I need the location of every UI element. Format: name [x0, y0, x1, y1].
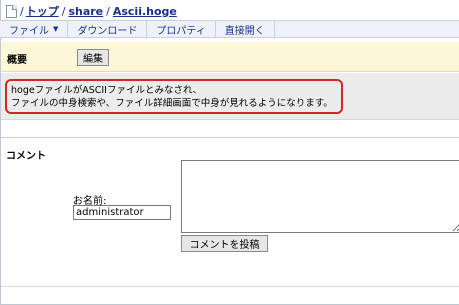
footer-divider — [1, 286, 459, 287]
summary-text-highlight: hogeファイルがASCIIファイルとみなされ、 ファイルの中身検索や、ファイル… — [5, 79, 343, 114]
menu-file-label: ファイル — [9, 25, 49, 37]
summary-title: 概要 — [7, 55, 27, 66]
breadcrumb: / トップ / share / Ascii.hoge — [6, 3, 177, 19]
breadcrumb-separator: / — [106, 4, 110, 18]
breadcrumb-file-link[interactable]: Ascii.hoge — [113, 5, 177, 18]
breadcrumb-share-link[interactable]: share — [68, 5, 103, 18]
comment-textarea[interactable] — [181, 160, 459, 233]
document-icon — [6, 4, 17, 18]
caret-down-icon: ▼ — [53, 25, 59, 33]
menu-download[interactable]: ダウンロード — [68, 21, 148, 37]
breadcrumb-separator: / — [61, 4, 66, 18]
section-divider — [1, 137, 459, 138]
breadcrumb-top-link[interactable]: トップ — [26, 3, 59, 19]
name-input[interactable] — [73, 205, 171, 220]
summary-body: hogeファイルがASCIIファイルとみなされ、 ファイルの中身検索や、ファイル… — [1, 73, 459, 120]
menu-properties[interactable]: プロパティ — [147, 21, 216, 37]
menu-properties-label: プロパティ — [156, 25, 206, 37]
menu-open-direct[interactable]: 直接開く — [216, 21, 275, 37]
comment-section-title: コメント — [6, 151, 46, 162]
menu-file[interactable]: ファイル ▼ — [0, 21, 69, 37]
breadcrumb-root-separator: / — [20, 4, 24, 18]
summary-text-line-2: ファイルの中身検索や、ファイル詳細画面で中身が見れるようになります。 — [11, 98, 333, 109]
menu-bar: ファイル ▼ ダウンロード プロパティ 直接開く — [0, 20, 459, 38]
menu-download-label: ダウンロード — [77, 25, 138, 37]
summary-text-line-1: hogeファイルがASCIIファイルとみなされ、 — [11, 85, 203, 96]
summary-header: 概要 編集 — [1, 42, 459, 72]
edit-button[interactable]: 編集 — [77, 49, 109, 66]
post-comment-button[interactable]: コメントを投稿 — [181, 235, 268, 252]
menu-open-direct-label: 直接開く — [224, 25, 265, 37]
